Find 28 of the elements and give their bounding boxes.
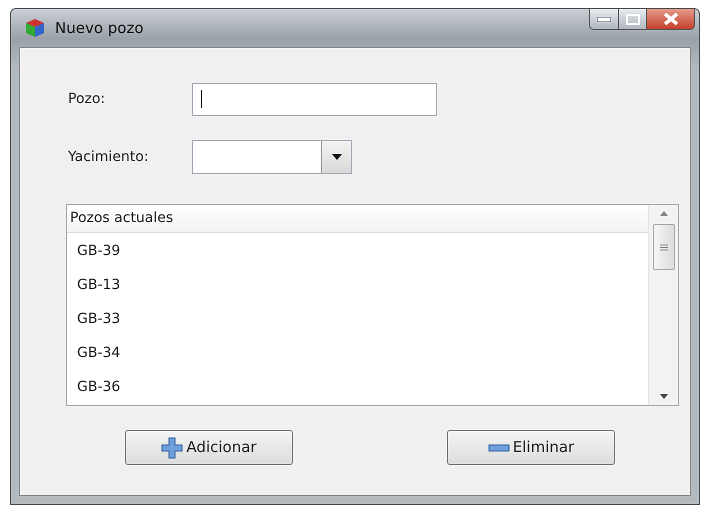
scroll-thumb[interactable] [652, 224, 674, 270]
scroll-up-icon[interactable] [660, 211, 668, 216]
field-label: Yacimiento: [68, 148, 150, 166]
close-icon [662, 12, 678, 26]
list-item[interactable]: GB-36 [67, 369, 648, 403]
action-button[interactable]: Eliminar [447, 430, 615, 465]
list-item[interactable]: GB-13 [67, 267, 648, 301]
list-item[interactable]: GB-39 [67, 233, 648, 267]
cube-icon [25, 18, 45, 38]
dropdown-field[interactable] [192, 140, 352, 174]
grip-icon [660, 244, 668, 250]
text-field[interactable] [192, 82, 437, 116]
plus-icon [161, 436, 184, 458]
action-button[interactable]: Adicionar [125, 430, 293, 465]
list-item[interactable]: GB-34 [67, 335, 648, 369]
maximize-button[interactable] [619, 8, 647, 30]
dropdown-button[interactable] [321, 141, 351, 173]
minus-icon [488, 444, 510, 452]
field-label: Pozo: [68, 90, 106, 108]
minimize-icon [597, 16, 611, 22]
maximize-icon [626, 14, 640, 24]
minimize-button[interactable] [589, 8, 619, 30]
caret-icon [332, 154, 342, 160]
scrollbar[interactable] [648, 205, 678, 405]
list-item[interactable]: GB-33 [67, 301, 648, 335]
scroll-down-icon[interactable] [660, 394, 668, 399]
window-title: Nuevo pozo [55, 18, 144, 39]
close-button[interactable] [647, 8, 695, 30]
